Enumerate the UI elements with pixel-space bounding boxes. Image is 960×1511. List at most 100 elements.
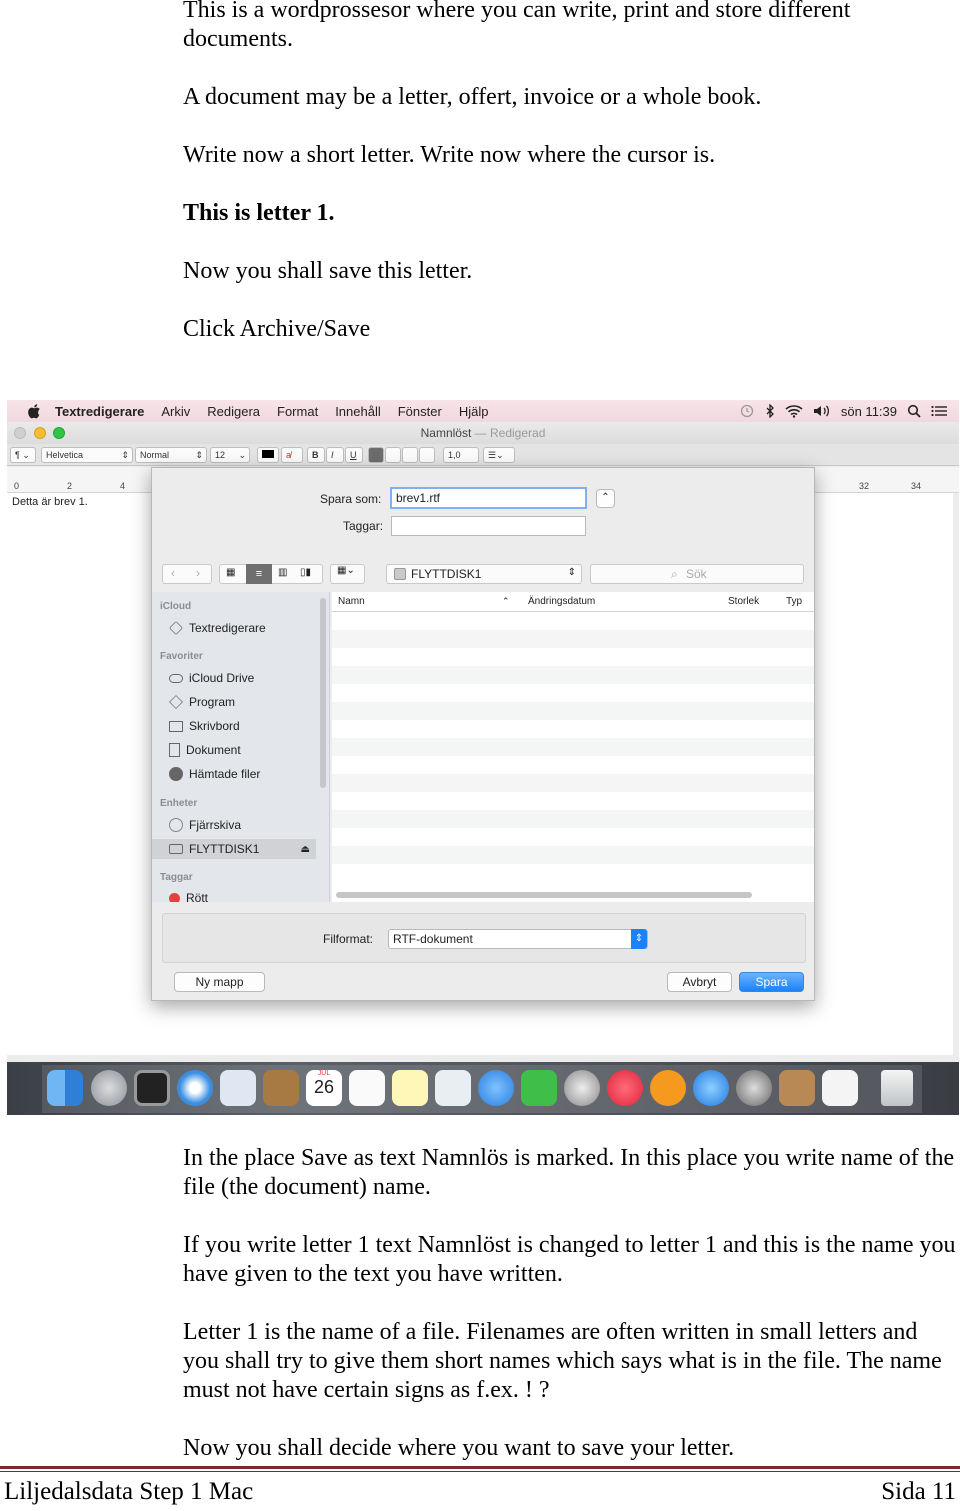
launchpad-icon[interactable] <box>91 1070 127 1106</box>
window-title: Namnlöst — Redigerad <box>7 426 959 440</box>
preview-icon[interactable] <box>435 1070 471 1106</box>
bold-button[interactable]: B <box>307 447 325 463</box>
font-style-select[interactable]: Normal ⇕ <box>135 447 207 463</box>
list-style-menu[interactable]: ☰⌄ <box>483 447 515 463</box>
font-family-select[interactable]: Helvetica ⇕ <box>41 447 133 463</box>
time-machine-icon[interactable] <box>739 404 755 418</box>
safari-icon[interactable] <box>177 1070 213 1106</box>
sidebar-item-program[interactable]: Program <box>152 692 316 712</box>
save-button[interactable]: Spara <box>739 972 804 992</box>
documents-icon <box>169 743 180 757</box>
drive-icon <box>169 844 183 854</box>
apple-icon[interactable] <box>27 403 41 419</box>
file-list[interactable]: Namn ⌃ Ändringsdatum Storlek Typ <box>332 592 814 902</box>
cover-flow-icon[interactable]: ▯▮ <box>300 567 311 578</box>
calendar-month: JUL <box>317 1070 331 1077</box>
notes-icon[interactable] <box>392 1070 428 1106</box>
contacts-icon[interactable] <box>263 1070 299 1106</box>
document-text[interactable]: Detta är brev 1. <box>12 496 88 508</box>
arrange-button[interactable]: ▦⌄ <box>330 564 365 584</box>
mail-icon[interactable] <box>220 1070 256 1106</box>
arrange-icon: ▦⌄ <box>337 565 355 576</box>
line-spacing-select[interactable]: 1,0 <box>443 447 479 463</box>
instruction-name-change: If you write letter 1 text Namnlöst is c… <box>183 1232 956 1287</box>
sidebar-item-textredigerare[interactable]: Textredigerare <box>152 618 316 638</box>
mission-control-icon[interactable] <box>134 1070 170 1106</box>
font-family-value: Helvetica <box>46 450 84 460</box>
text-color-button[interactable] <box>257 447 279 463</box>
paragraph-style-menu[interactable]: ¶ ⌄ <box>10 447 36 463</box>
volume-icon[interactable] <box>813 404 831 418</box>
italic-button[interactable]: I <box>326 447 344 463</box>
sidebar-item-tag-red[interactable]: Rött <box>152 888 316 902</box>
facetime-icon[interactable] <box>521 1070 557 1106</box>
align-justify-button[interactable] <box>419 447 435 463</box>
new-folder-button[interactable]: Ny mapp <box>174 972 265 992</box>
eject-icon[interactable]: ⏏ <box>301 844 310 855</box>
back-forward-buttons[interactable]: ‹ › <box>162 564 212 584</box>
column-view-icon[interactable]: ▥ <box>278 567 287 578</box>
sidebar-scrollbar[interactable] <box>320 598 326 788</box>
archive-utility-icon[interactable] <box>779 1070 815 1106</box>
bluetooth-icon[interactable] <box>765 404 775 418</box>
sidebar-item-dokument[interactable]: Dokument <box>152 740 316 760</box>
instruction-filename-rules: Letter 1 is the name of a file. Filename… <box>183 1319 942 1403</box>
menu-item-fonster[interactable]: Fönster <box>398 404 442 419</box>
tags-field[interactable] <box>391 516 586 536</box>
chevron-right-icon[interactable]: › <box>196 566 200 580</box>
expand-dialog-button[interactable]: ⌃ <box>596 489 615 508</box>
highlight-color-button[interactable]: a̸ <box>281 447 303 463</box>
wifi-icon[interactable] <box>785 404 803 418</box>
calendar-icon[interactable]: JUL 26 <box>306 1070 342 1106</box>
menu-item-redigera[interactable]: Redigera <box>207 404 260 419</box>
system-preferences-icon[interactable] <box>736 1070 772 1106</box>
icon-view-icon[interactable]: ▦ <box>226 567 235 578</box>
underline-button[interactable]: U <box>345 447 363 463</box>
line-spacing-value: 1,0 <box>448 450 461 460</box>
sidebar-item-fjarrskiva[interactable]: Fjärrskiva <box>152 815 316 835</box>
sidebar-item-hamtade-filer[interactable]: Hämtade filer <box>152 764 316 784</box>
sidebar-item-flyttdisk1[interactable]: FLYTTDISK1 ⏏ <box>152 839 316 859</box>
file-format-select[interactable]: RTF-dokument ⇕ <box>388 929 648 949</box>
app-store-icon[interactable] <box>693 1070 729 1106</box>
textedit-icon[interactable] <box>822 1070 858 1106</box>
list-stripe <box>332 810 814 828</box>
notification-center-icon[interactable] <box>931 405 947 417</box>
menu-item-hjalp[interactable]: Hjälp <box>459 404 489 419</box>
align-right-button[interactable] <box>402 447 418 463</box>
align-left-button[interactable] <box>368 447 384 463</box>
file-list-scrollbar[interactable] <box>336 892 752 898</box>
menu-item-arkiv[interactable]: Arkiv <box>161 404 190 419</box>
menu-item-innehall[interactable]: Innehåll <box>335 404 381 419</box>
dialog-sidebar: iCloud Textredigerare Favoriter iCloud D… <box>152 592 330 902</box>
sidebar-item-label: Hämtade filer <box>189 767 261 781</box>
column-type[interactable]: Typ <box>786 596 802 607</box>
location-select[interactable]: FLYTTDISK1 ⇕ <box>386 564 582 584</box>
search-field[interactable]: ⌕ Sök <box>590 564 804 584</box>
ibooks-icon[interactable] <box>650 1070 686 1106</box>
column-modified[interactable]: Ändringsdatum <box>528 596 595 607</box>
list-view-icon[interactable]: ≡ <box>246 564 272 584</box>
sidebar-item-icloud-drive[interactable]: iCloud Drive <box>152 668 316 688</box>
align-center-button[interactable] <box>385 447 401 463</box>
menu-bar: Textredigerare Arkiv Redigera Format Inn… <box>7 400 959 422</box>
itunes-icon[interactable] <box>607 1070 643 1106</box>
column-size[interactable]: Storlek <box>728 596 759 607</box>
trash-icon[interactable] <box>881 1070 913 1106</box>
cloud-icon <box>169 673 183 683</box>
save-as-field[interactable]: brev1.rtf <box>390 487 587 509</box>
format-toolbar: ¶ ⌄ Helvetica ⇕ Normal ⇕ 12 ⌄ a̸ B I U 1,0 … <box>7 444 959 466</box>
font-size-select[interactable]: 12 ⌄ <box>210 447 250 463</box>
column-name[interactable]: Namn <box>338 596 365 607</box>
menu-item-format[interactable]: Format <box>277 404 318 419</box>
menu-clock[interactable]: sön 11:39 <box>841 404 897 419</box>
reminders-icon[interactable] <box>349 1070 385 1106</box>
messages-icon[interactable] <box>478 1070 514 1106</box>
dvd-player-icon[interactable] <box>564 1070 600 1106</box>
chevron-left-icon[interactable]: ‹ <box>171 566 175 580</box>
cancel-button[interactable]: Avbryt <box>667 972 732 992</box>
spotlight-icon[interactable] <box>907 404 921 418</box>
sidebar-item-skrivbord[interactable]: Skrivbord <box>152 716 316 736</box>
menu-app-name[interactable]: Textredigerare <box>55 404 144 419</box>
finder-icon[interactable] <box>47 1070 83 1106</box>
